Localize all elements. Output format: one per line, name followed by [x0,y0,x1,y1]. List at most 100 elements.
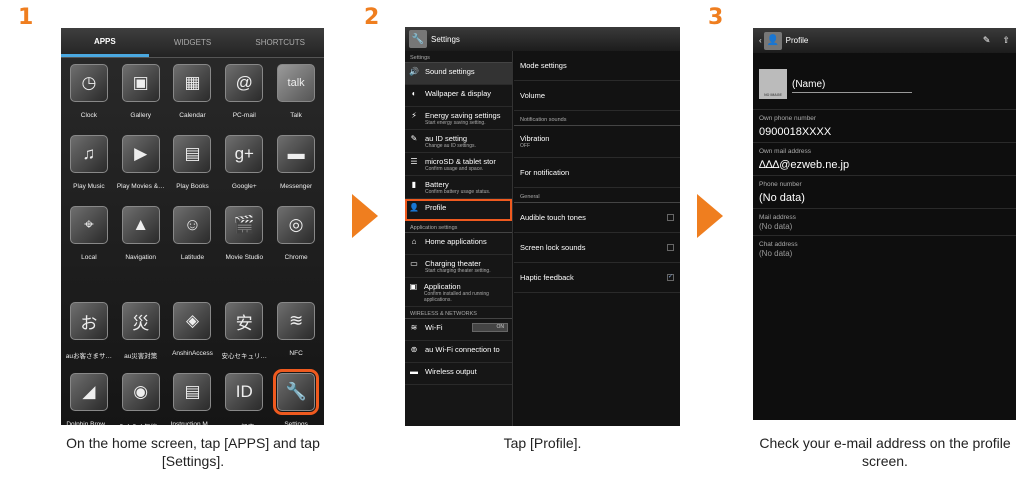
app-icon-6[interactable]: ▶ Play Movies &… [115,135,167,199]
app-icon-14[interactable]: ◎ Chrome [270,206,322,270]
settings-item[interactable]: ⊚ au Wi-Fi connection to [405,341,512,363]
settings-item[interactable]: ◐ Wallpaper & display [405,85,512,107]
sound-setting-item[interactable]: Mode settings [514,51,680,81]
section-header: General [514,188,680,203]
app-icon-20[interactable]: ◢ Dolphin Brow… [63,373,115,425]
app-icon[interactable]: ≋ [277,302,316,340]
app-icon-7[interactable]: ▤ Play Books [167,135,219,199]
app-icon[interactable]: ◎ [277,206,316,244]
profile-field[interactable]: Own phone number 0900018XXXX [753,109,1016,142]
app-icon[interactable]: 🎬 [225,206,264,244]
profile-field[interactable]: Chat address (No data) [753,235,1016,262]
field-label: Own phone number [759,115,817,122]
app-icon-22[interactable]: ▤ Instruction M… [167,373,219,425]
settings-item[interactable]: ▬ Wireless output [405,363,512,385]
app-icon[interactable]: お [69,302,108,340]
settings-item-title: Home applications [425,237,487,246]
app-icon-24[interactable]: 🔧 Settings [270,369,322,425]
avatar[interactable]: NO IMAGE [759,69,787,99]
app-icon[interactable]: g+ [225,135,264,173]
tab-apps[interactable]: APPS [61,28,149,57]
app-icon[interactable]: ◈ [173,302,212,340]
share-upload-icon[interactable]: ⇧ [1002,35,1010,46]
profile-field[interactable]: Mail address (No data) [753,208,1016,235]
app-icon-1[interactable]: ▣ Gallery [115,64,167,128]
next-arrow [697,194,723,238]
tab-widgets[interactable]: WIDGETS [149,28,237,57]
settings-item[interactable]: ▣ Application Confirm installed and runnin… [405,278,512,307]
app-icon[interactable]: ◷ [69,64,108,102]
profile-field[interactable]: Own mail address ∆∆∆@ezweb.ne.jp [753,142,1016,175]
app-icon-21[interactable]: ◉ らくらく無線… [115,373,167,425]
app-icon[interactable]: ▶ [121,135,160,173]
edit-pencil-icon[interactable]: ✎ [983,35,991,46]
app-icon[interactable]: ☺ [173,206,212,244]
app-label: Clock [80,112,98,119]
app-icon[interactable]: talk [277,64,316,102]
settings-item[interactable]: ≋ Wi-Fi ON [405,319,512,341]
app-icon[interactable]: ▣ [121,64,160,102]
tab-shortcuts[interactable]: SHORTCUTS [236,28,324,57]
wifi-toggle[interactable]: ON [472,323,508,332]
app-icon-2[interactable]: ▦ Calendar [167,64,219,128]
app-icon-15[interactable]: お auお客さまサ… [63,302,115,366]
settings-item[interactable]: ⌂ Home applications [405,233,512,255]
app-icon-19[interactable]: ≋ NFC [270,302,322,366]
settings-item-icon: 🔊 [409,67,419,76]
app-icon-3[interactable]: @ PC-mail [218,64,270,128]
app-icon-11[interactable]: ▲ Navigation [115,206,167,270]
checkbox[interactable] [667,214,674,221]
app-icon-17[interactable]: ◈ AnshinAccess [167,302,219,366]
settings-item[interactable]: ☰ microSD & tablet stor Confirm usage and … [405,153,512,176]
app-icon[interactable]: ♫ [69,135,108,173]
app-icon-4[interactable]: talk Talk [270,64,322,128]
back-chevron-icon[interactable]: ‹ [759,36,762,45]
field-label: Chat address [759,241,798,248]
settings-item[interactable]: 🔊 Sound settings [405,63,512,85]
settings-item[interactable]: ⚡ Energy saving settings Start energy savi… [405,107,512,130]
app-icon[interactable]: 🔧 [273,369,320,415]
app-icon[interactable]: ⌖ [69,206,108,244]
app-icon[interactable]: ◢ [69,373,108,411]
app-icon-13[interactable]: 🎬 Movie Studio [218,206,270,270]
sound-setting-item[interactable]: Screen lock sounds [514,233,680,263]
sound-setting-item[interactable]: For notification [514,158,680,188]
checkbox[interactable] [667,244,674,251]
app-icon-12[interactable]: ☺ Latitude [167,206,219,270]
settings-item[interactable]: ▭ Charging theater Start charging theater … [405,255,512,278]
app-icon[interactable]: ◉ [121,373,160,411]
app-icon[interactable]: ▤ [173,135,212,173]
app-icon-0[interactable]: ◷ Clock [63,64,115,128]
sound-setting-item[interactable]: Haptic feedback ✓ [514,263,680,293]
app-icon[interactable]: ▤ [173,373,212,411]
step-number-1: 1 [18,5,34,30]
sound-setting-item[interactable]: Audible touch tones [514,203,680,233]
app-icon-9[interactable]: ▬ Messenger [270,135,322,199]
sound-setting-text: Mode settings [520,61,567,70]
profile-field[interactable]: Phone number (No data) [753,175,1016,208]
settings-item[interactable]: ▮ Battery Confirm battery usage status. [405,176,512,199]
settings-item-icon: ⌂ [411,237,417,246]
checkbox[interactable]: ✓ [667,274,674,281]
sound-setting-item[interactable]: Volume [514,81,680,111]
app-icon-18[interactable]: 安安心セキュリ… [218,302,270,366]
app-icon[interactable]: ▬ [277,135,316,173]
app-icon-10[interactable]: ⌖ Local [63,206,115,270]
app-icon-8[interactable]: g+ Google+ [218,135,270,199]
settings-item[interactable]: 👤 Profile [405,199,512,221]
app-icon[interactable]: 災 [121,302,160,340]
settings-item-title: Application [423,282,461,291]
settings-item-icon: ⚡ [411,111,417,120]
sound-setting-item[interactable]: Vibration OFF [514,126,680,158]
section-header: WIRELESS & NETWORKS [405,307,512,319]
app-icon-23[interactable]: ID au設定 [218,373,270,425]
app-icon-16[interactable]: 災 au災害対策 [115,302,167,366]
app-icon[interactable]: ID [225,373,264,411]
app-icon[interactable]: 安 [225,302,264,340]
app-icon[interactable]: ▲ [121,206,160,244]
settings-item[interactable]: ✎ au ID setting Change au ID settings. [405,130,512,153]
app-icon[interactable]: @ [225,64,264,102]
sound-setting-title: Volume [520,91,546,100]
app-icon[interactable]: ▦ [173,64,212,102]
app-icon-5[interactable]: ♫ Play Music [63,135,115,199]
